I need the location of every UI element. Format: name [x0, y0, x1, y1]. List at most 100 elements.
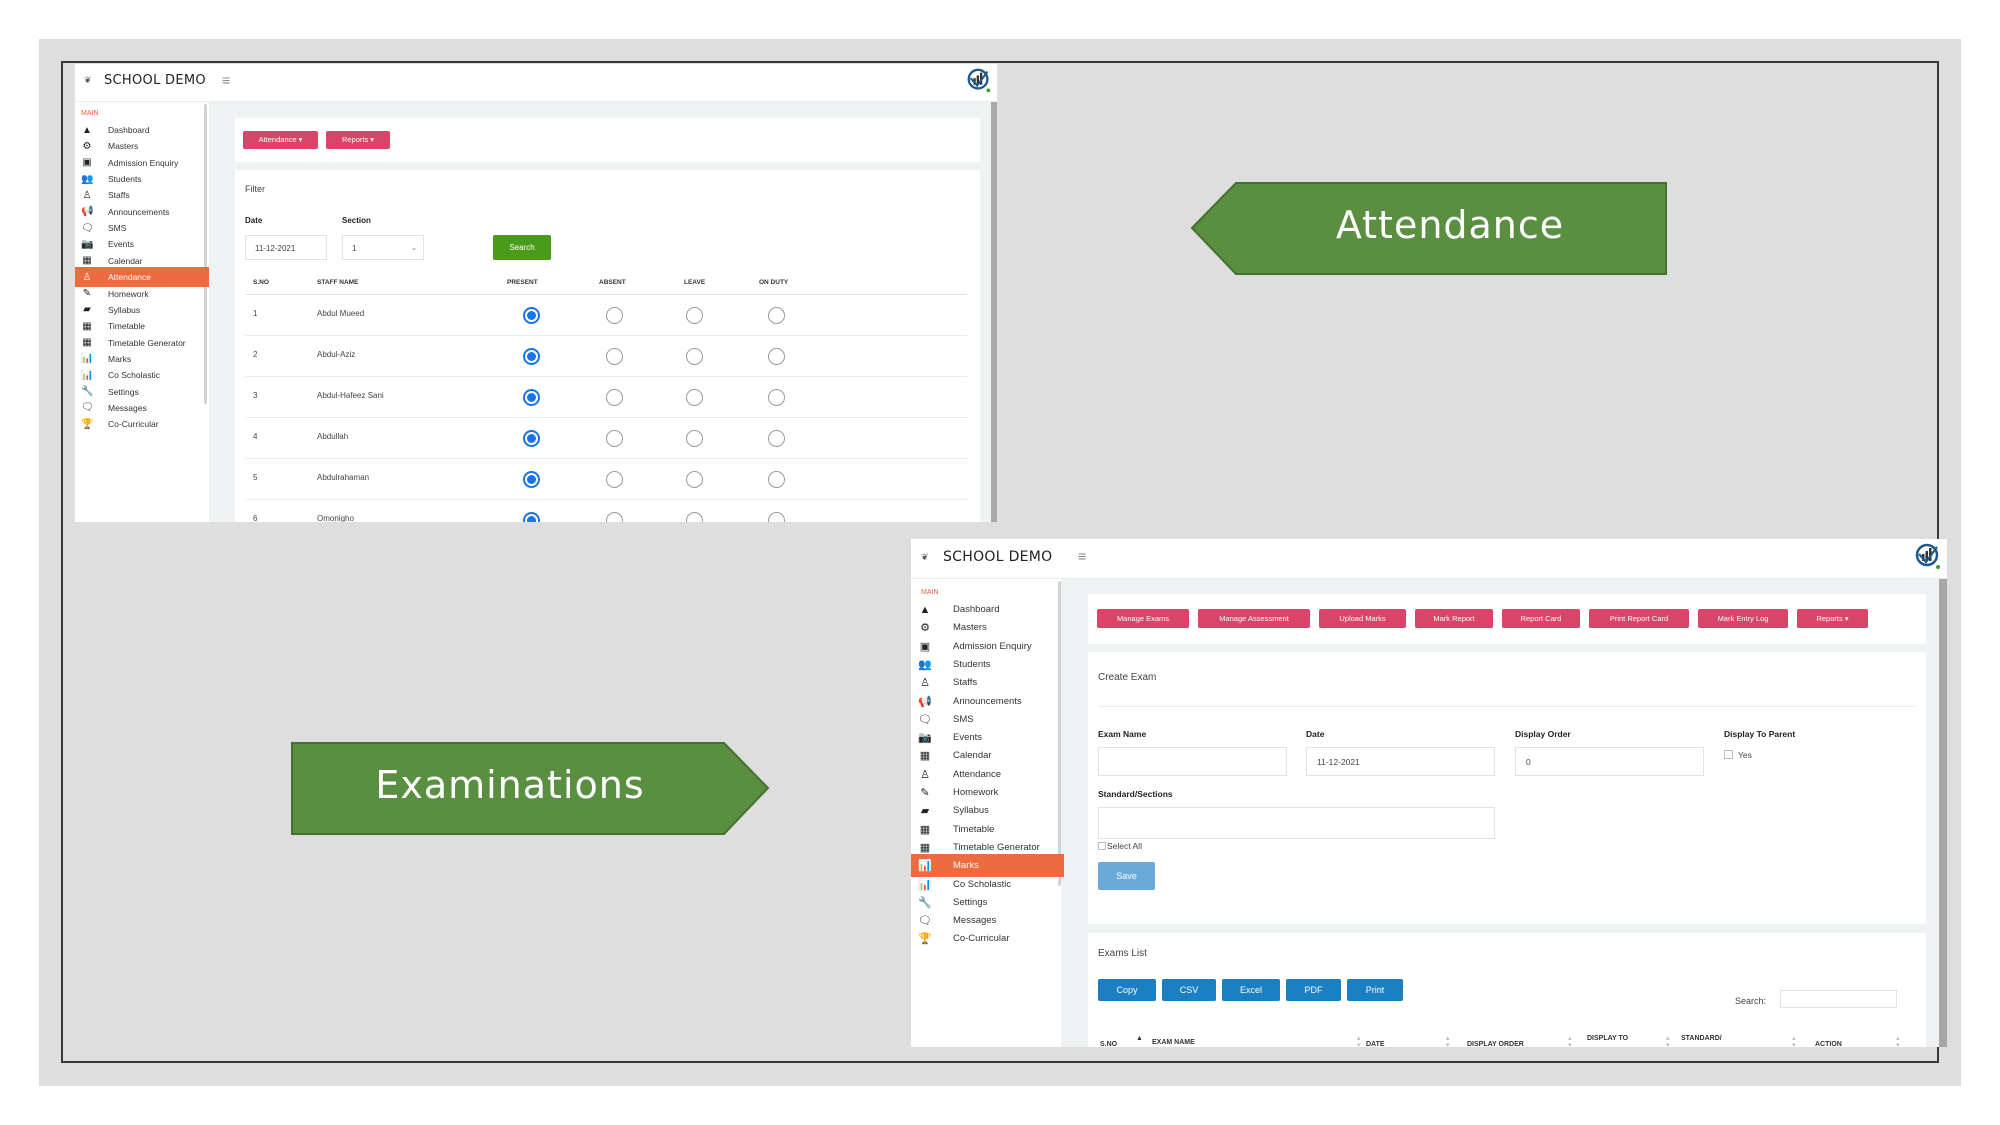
radio-on-duty[interactable]	[768, 430, 785, 447]
radio-leave[interactable]	[686, 512, 703, 522]
row-sno: 4	[253, 432, 258, 441]
manage-assessment-button[interactable]: Manage Assessment	[1198, 609, 1310, 628]
masters-icon: ⚙	[920, 622, 930, 635]
sidebar-item-label: Co Scholastic	[108, 370, 160, 381]
col-header-display-to[interactable]: DISPLAY TO	[1587, 1035, 1628, 1042]
main-scrollbar[interactable]	[1939, 579, 1947, 1047]
sidebar-item-label: Marks	[953, 860, 979, 872]
sort-ascending-icon[interactable]: ▲	[1136, 1035, 1143, 1042]
date-input[interactable]: 11-12-2021	[245, 235, 327, 260]
print-report-card-button[interactable]: Print Report Card	[1589, 609, 1689, 628]
search-button[interactable]: Search	[493, 235, 551, 260]
sort-icon[interactable]: ▴ ▾	[1896, 1035, 1900, 1047]
radio-present[interactable]	[523, 430, 540, 447]
attendance-callout-label: Attendance	[1335, 203, 1565, 247]
row-sno: 2	[253, 350, 258, 359]
timetable-icon: ▦	[82, 320, 92, 332]
radio-absent[interactable]	[606, 471, 623, 488]
display-to-parent-checkbox[interactable]	[1724, 750, 1733, 759]
company-logo-icon	[1915, 543, 1940, 569]
sort-icon[interactable]: ▴ ▾	[1357, 1035, 1361, 1047]
staffs-icon: ♙	[920, 677, 930, 690]
export-pdf-button[interactable]: PDF	[1286, 979, 1341, 1001]
radio-present[interactable]	[523, 307, 540, 324]
reports-dropdown-button[interactable]: Reports ▾	[326, 131, 390, 149]
radio-absent[interactable]	[606, 430, 623, 447]
radio-present[interactable]	[523, 389, 540, 406]
radio-leave[interactable]	[686, 471, 703, 488]
radio-on-duty[interactable]	[768, 348, 785, 365]
sidebar-item-label: Students	[953, 658, 991, 670]
sort-icon[interactable]: ▴ ▾	[1792, 1035, 1796, 1047]
examinations-callout: Examinations	[290, 741, 772, 836]
radio-absent[interactable]	[606, 389, 623, 406]
table-row: 3 Abdul-Hafeez Sani	[245, 377, 967, 418]
upload-marks-button[interactable]: Upload Marks	[1319, 609, 1406, 628]
col-header-date[interactable]: DATE	[1366, 1041, 1385, 1047]
manage-exams-button[interactable]: Manage Exams	[1097, 609, 1189, 628]
main-scrollbar[interactable]	[991, 102, 997, 522]
toolbar-card: Attendance ▾ Reports ▾	[235, 118, 980, 162]
sms-icon: 🗨	[81, 222, 94, 234]
hamburger-icon[interactable]: ≡	[1078, 548, 1086, 564]
export-copy-button[interactable]: Copy	[1098, 979, 1156, 1001]
exam-date-input[interactable]: 11-12-2021	[1306, 747, 1495, 776]
radio-absent[interactable]	[606, 307, 623, 324]
display-to-parent-label: Display To Parent	[1724, 729, 1796, 739]
radio-on-duty[interactable]	[768, 512, 785, 522]
export-excel-button[interactable]: Excel	[1222, 979, 1280, 1001]
sidebar-item-label: Attendance	[108, 272, 152, 283]
select-all-checkbox[interactable]	[1098, 842, 1106, 850]
attendance-screenshot: ❦ SCHOOL DEMO ≡ MAIN ▲ Dashboard ⚙ Masters ▣…	[75, 64, 997, 522]
col-header-s-no[interactable]: S.NO	[1100, 1041, 1117, 1047]
mark-report-button[interactable]: Mark Report	[1415, 609, 1493, 628]
col-header-action[interactable]: ACTION	[1815, 1041, 1842, 1047]
radio-leave[interactable]	[686, 389, 703, 406]
calendar-icon: ▦	[82, 255, 92, 267]
radio-absent[interactable]	[606, 348, 623, 365]
sidebar-item-label: Events	[953, 732, 983, 744]
radio-present[interactable]	[523, 471, 540, 488]
admission-enquiry-icon: ▣	[919, 640, 931, 653]
display-to-parent-yes-label: Yes	[1738, 750, 1752, 760]
sort-icon[interactable]: ▴ ▾	[1446, 1035, 1450, 1047]
sort-icon[interactable]: ▴ ▾	[1568, 1035, 1572, 1047]
radio-on-duty[interactable]	[768, 307, 785, 324]
col-header-display-order[interactable]: DISPLAY ORDER	[1467, 1041, 1524, 1047]
mark-entry-log-button[interactable]: Mark Entry Log	[1698, 609, 1788, 628]
sort-icon[interactable]: ▴ ▾	[1666, 1035, 1670, 1047]
display-order-input[interactable]: 0	[1515, 747, 1704, 776]
export-csv-button[interactable]: CSV	[1162, 979, 1216, 1001]
sidebar-item-co-curricular[interactable]: 🏆 Co-Curricular	[75, 414, 209, 434]
radio-present[interactable]	[523, 348, 540, 365]
timetable-generator-icon: ▦	[82, 337, 92, 349]
search-input[interactable]	[1780, 990, 1897, 1008]
radio-on-duty[interactable]	[768, 389, 785, 406]
attendance-dropdown-button[interactable]: Attendance ▾	[243, 131, 318, 149]
radio-on-duty[interactable]	[768, 471, 785, 488]
reports-button[interactable]: Reports ▾	[1797, 609, 1868, 628]
sidebar-item-co-curricular[interactable]: 🏆 Co-Curricular	[911, 927, 1064, 950]
exams-list-title: Exams List	[1098, 948, 1147, 959]
exam-name-input[interactable]	[1098, 747, 1287, 776]
radio-present[interactable]	[523, 512, 540, 522]
section-select[interactable]: 1 ⌄	[342, 235, 424, 260]
save-button[interactable]: Save	[1098, 862, 1155, 890]
radio-absent[interactable]	[606, 512, 623, 522]
create-exam-title: Create Exam	[1098, 672, 1157, 683]
col-header-standard[interactable]: STANDARD/	[1681, 1035, 1722, 1042]
report-card-button[interactable]: Report Card	[1502, 609, 1580, 628]
sidebar-item-label: Co-Curricular	[108, 419, 159, 430]
standard-sections-input[interactable]	[1098, 807, 1495, 839]
radio-leave[interactable]	[686, 307, 703, 324]
export-print-button[interactable]: Print	[1347, 979, 1403, 1001]
sidebar-item-label: Messages	[108, 402, 147, 413]
brand-title: SCHOOL DEMO	[943, 549, 1053, 565]
col-header-exam-name[interactable]: EXAM NAME	[1152, 1039, 1195, 1046]
radio-leave[interactable]	[686, 348, 703, 365]
timetable-generator-icon: ▦	[919, 841, 931, 854]
row-staff-name: Abdul-Aziz	[317, 350, 356, 359]
radio-leave[interactable]	[686, 430, 703, 447]
hamburger-icon[interactable]: ≡	[222, 72, 230, 88]
examinations-callout-label: Examinations	[375, 763, 645, 807]
